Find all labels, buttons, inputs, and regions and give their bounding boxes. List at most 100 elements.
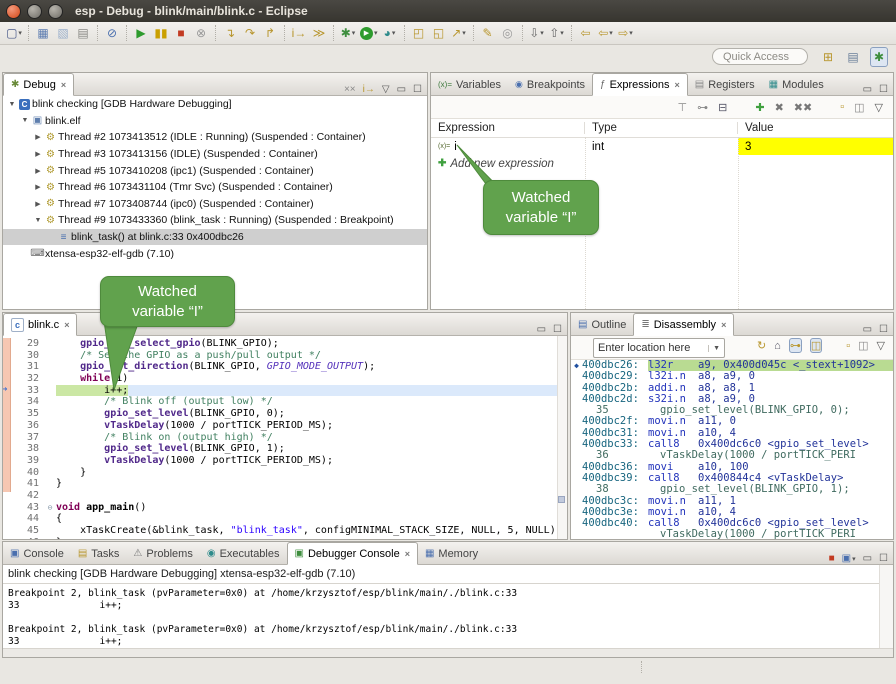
tree-item[interactable]: ▼⚙Thread #9 1073433360 (blink_task : Run…	[3, 212, 427, 229]
value-cell[interactable]: 3	[738, 138, 893, 155]
overview-ruler[interactable]	[557, 336, 567, 539]
new-button[interactable]: ▢▾	[6, 24, 22, 42]
step-into-button[interactable]: ↴	[222, 24, 238, 42]
close-icon[interactable]: ×	[674, 80, 679, 90]
chevron-down-icon[interactable]: ▾	[852, 555, 856, 563]
collapsed-icon[interactable]: ▶	[33, 167, 43, 175]
line-number[interactable]: 29	[10, 338, 44, 350]
location-input[interactable]: Enter location here	[594, 342, 708, 354]
code-line[interactable]: 46}	[10, 537, 557, 540]
tab-console[interactable]: ▣Console	[3, 543, 71, 564]
instruction-pointer-icon[interactable]: ➜	[2, 385, 7, 395]
pin-editor-button[interactable]: ◎	[500, 24, 516, 42]
code-line[interactable]: 33 i++;	[10, 385, 557, 397]
code-line[interactable]: 38 gpio_set_level(BLINK_GPIO, 1);	[10, 443, 557, 455]
open-perspective-button[interactable]: ⊞	[820, 48, 836, 66]
close-icon[interactable]: ×	[721, 320, 726, 330]
disassembly-row[interactable]: 36vTaskDelay(1000 / portTICK_PERI	[571, 450, 893, 461]
terminate-console-button[interactable]: ■	[829, 553, 835, 564]
code-line[interactable]: 37 /* Blink on (output high) */	[10, 432, 557, 444]
code-line[interactable]: 44{	[10, 513, 557, 525]
tab-problems[interactable]: ⚠Problems	[126, 543, 199, 564]
print-button[interactable]: ▤	[75, 24, 91, 42]
line-number[interactable]: 44	[10, 513, 44, 525]
tab-variables[interactable]: (x)=Variables	[431, 74, 508, 95]
suspend-button[interactable]: ▮▮	[153, 24, 169, 42]
save-all-button[interactable]: ▧	[55, 24, 71, 42]
collapsed-icon[interactable]: ▶	[33, 200, 43, 208]
code-line[interactable]: 39 vTaskDelay(1000 / portTICK_PERIOD_MS)…	[10, 455, 557, 467]
step-return-button[interactable]: ↱	[262, 24, 278, 42]
line-number[interactable]: 36	[10, 420, 44, 432]
window-maximize-button[interactable]	[48, 4, 63, 19]
refresh-button[interactable]: ↻	[757, 339, 766, 352]
debug-button[interactable]: ✱▾	[340, 24, 356, 42]
line-number[interactable]: 42	[10, 490, 44, 502]
line-number[interactable]: 32	[10, 373, 44, 385]
disassembly-row[interactable]: 38gpio_set_level(BLINK_GPIO, 1);	[571, 484, 893, 495]
console-output[interactable]: Breakpoint 2, blink_task (pvParameter=0x…	[8, 588, 877, 649]
terminate-button[interactable]: ■	[173, 24, 189, 42]
maximize-button[interactable]: ☐	[413, 84, 422, 95]
maximize-button[interactable]: ☐	[553, 324, 562, 335]
code-line[interactable]: 41}	[10, 478, 557, 490]
instruction-stepping-button[interactable]: i→	[291, 24, 307, 42]
line-number[interactable]: 39	[10, 455, 44, 467]
column-type[interactable]: Type	[585, 122, 738, 134]
code-editor[interactable]: 29 gpio_pad_select_gpio(BLINK_GPIO);30 /…	[3, 336, 567, 539]
tab-modules[interactable]: ▦Modules	[762, 74, 831, 95]
line-number[interactable]: 35	[10, 408, 44, 420]
column-divider[interactable]	[738, 137, 739, 309]
tab-executables[interactable]: ◉Executables	[200, 543, 287, 564]
code-line[interactable]: 43⊖void app_main()	[10, 502, 557, 514]
quick-access-input[interactable]: Quick Access	[712, 48, 808, 65]
minimize-button[interactable]: ▭	[397, 84, 406, 95]
tree-item[interactable]: ▶⚙Thread #7 1073408744 (ipc0) (Suspended…	[3, 196, 427, 213]
minimize-button[interactable]: ▭	[537, 324, 546, 335]
tab-outline[interactable]: ▤Outline	[571, 314, 633, 335]
tree-item[interactable]: ▼▣blink.elf	[3, 113, 427, 130]
step-filters-button[interactable]: ≫	[311, 24, 327, 42]
remove-all-expressions-button[interactable]: ✖✖	[794, 101, 812, 114]
save-button[interactable]: ▦	[35, 24, 51, 42]
chevron-down-icon[interactable]: ▾	[392, 29, 396, 37]
new-view-button[interactable]: ▫	[846, 340, 850, 352]
skip-all-breakpoints-button[interactable]: ⊘	[104, 24, 120, 42]
open-resource-button[interactable]: ◱	[431, 24, 447, 42]
show-type-names-button[interactable]: ⊤	[678, 101, 688, 114]
sync-with-context-button[interactable]: ⊶	[789, 338, 802, 353]
expanded-icon[interactable]: ▼	[33, 217, 43, 224]
tab-memory[interactable]: ▦Memory	[418, 543, 485, 564]
code-line[interactable]: 36 vTaskDelay(1000 / portTICK_PERIOD_MS)…	[10, 420, 557, 432]
column-expression[interactable]: Expression	[431, 122, 585, 134]
chevron-down-icon[interactable]: ▾	[18, 29, 22, 37]
instruction-stepping-mode-button[interactable]: i→	[363, 84, 375, 95]
tab-tasks[interactable]: ▤Tasks	[71, 543, 127, 564]
maximize-button[interactable]: ☐	[879, 324, 888, 335]
collapsed-icon[interactable]: ▶	[33, 183, 43, 191]
tree-item[interactable]: ▶⚙Thread #3 1073413156 (IDLE) (Suspended…	[3, 146, 427, 163]
line-number[interactable]: 46	[10, 537, 44, 540]
tree-item[interactable]: ▶⚙Thread #5 1073410208 (ipc1) (Suspended…	[3, 162, 427, 179]
debug-perspective-button[interactable]: ✱	[870, 47, 888, 67]
resume-button[interactable]: ▶	[133, 24, 149, 42]
tree-item[interactable]: ▶⚙Thread #6 1073431104 (Tmr Svc) (Suspen…	[3, 179, 427, 196]
cpp-perspective-button[interactable]: ▤	[845, 48, 861, 66]
expression-row[interactable]: (x)=iint3	[431, 138, 893, 155]
chevron-down-icon[interactable]: ▾	[540, 29, 544, 37]
line-number[interactable]: 37	[10, 432, 44, 444]
chevron-down-icon[interactable]: ▾	[462, 29, 466, 37]
type-cell[interactable]: int	[585, 138, 738, 155]
minimize-button[interactable]: ▭	[863, 324, 872, 335]
disconnect-button[interactable]: ⊗	[193, 24, 209, 42]
code-line[interactable]: 30 /* Set the GPIO as a push/pull output…	[10, 350, 557, 362]
remove-all-terminated-button[interactable]: ××	[344, 84, 356, 95]
add-expression-button[interactable]: ✚	[755, 101, 764, 114]
forward-button[interactable]: ⇨▾	[618, 24, 634, 42]
collapsed-icon[interactable]: ▶	[33, 133, 43, 141]
view-menu-button[interactable]: ▽	[877, 339, 885, 352]
view-menu-button[interactable]: ▽	[875, 101, 883, 114]
code-line[interactable]: 40 }	[10, 467, 557, 479]
maximize-button[interactable]: ☐	[879, 84, 888, 95]
line-number[interactable]: 40	[10, 467, 44, 479]
